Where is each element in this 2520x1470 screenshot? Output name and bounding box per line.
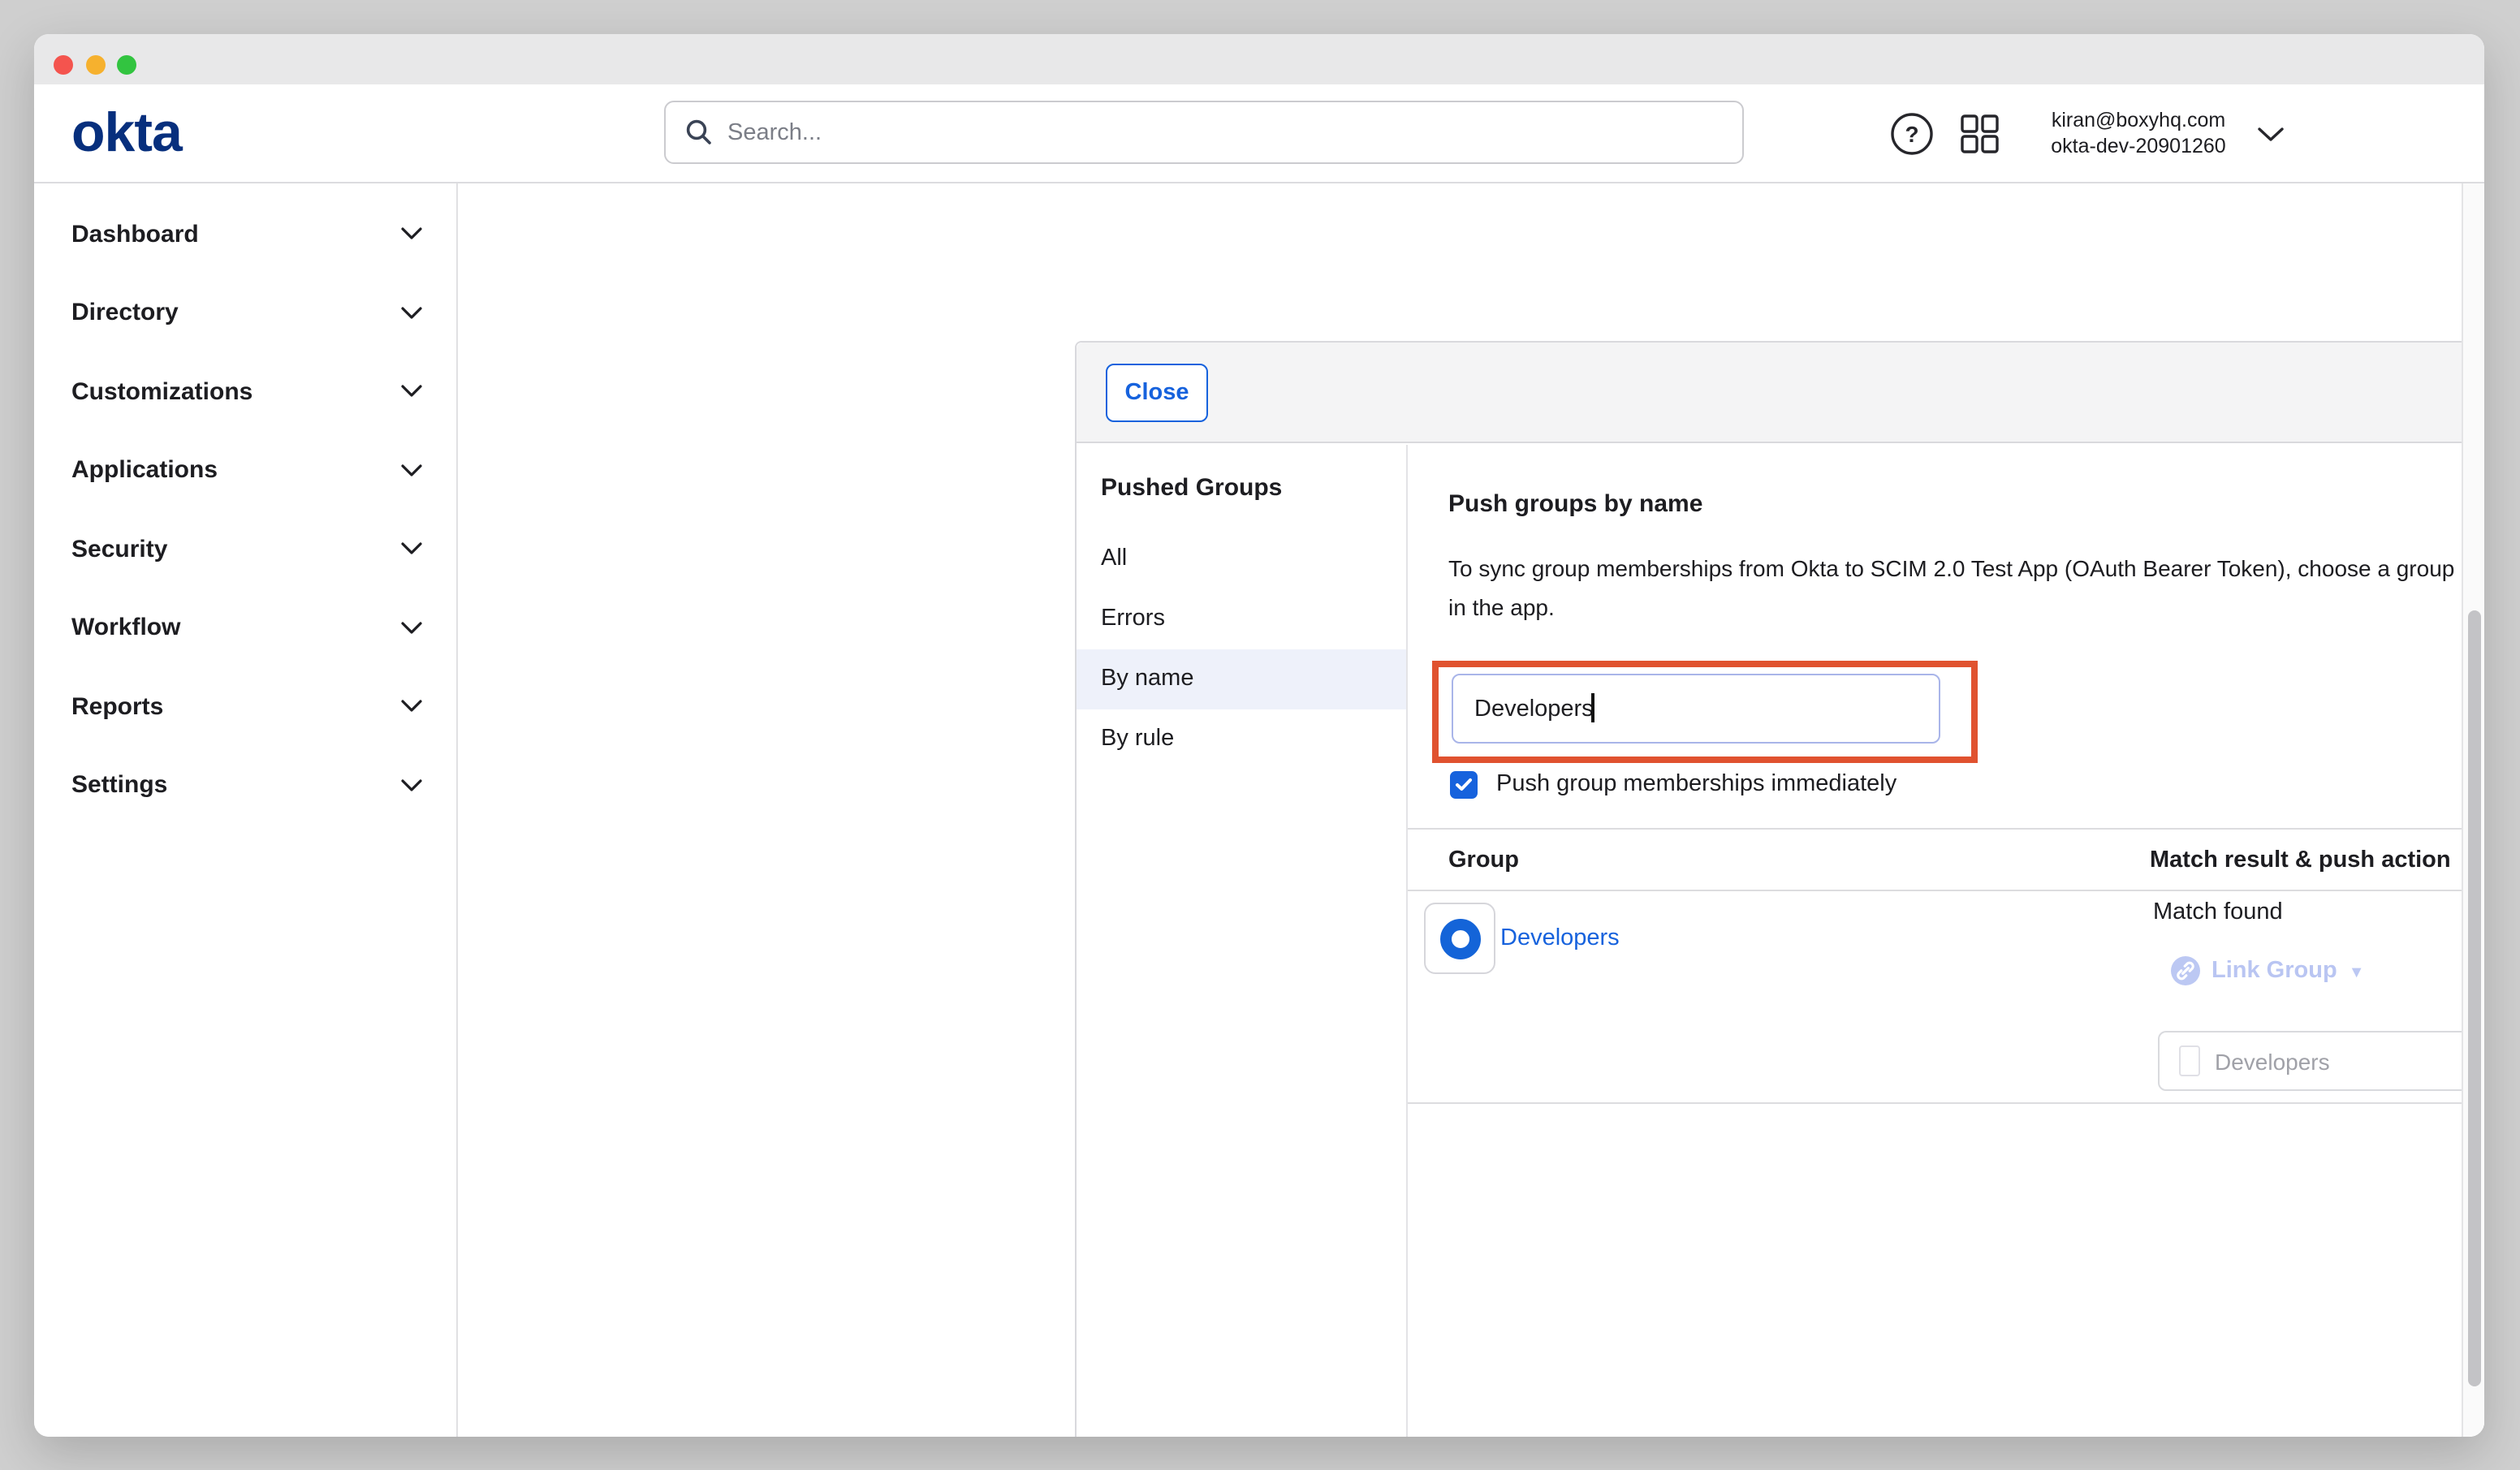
desktop: okta ? (0, 0, 2520, 1470)
push-immediately-label: Push group memberships immediately (1496, 772, 1896, 798)
account-email: kiran@boxyhq.com (2052, 109, 2225, 134)
search-icon (685, 119, 713, 146)
chevron-down-icon (401, 464, 422, 477)
chevron-down-icon (401, 386, 422, 399)
page-title: Push groups by name (1448, 490, 1702, 518)
check-icon (1455, 778, 1473, 792)
window-minimize-button[interactable] (85, 54, 105, 74)
push-immediately-checkbox[interactable] (1450, 771, 1477, 798)
chevron-down-icon (401, 307, 422, 320)
main-content: Close Pushed Groups All Errors By name B… (460, 183, 2484, 1437)
column-group: Group (1448, 847, 1519, 873)
sidebar-item-reports[interactable]: Reports (34, 667, 456, 746)
window-maximize-button[interactable] (117, 54, 136, 74)
subnav-item-all[interactable]: All (1077, 529, 1406, 588)
column-match-result: Match result & push action (2150, 847, 2484, 873)
group-name-input[interactable] (1452, 674, 1940, 744)
caret-down-icon: ▼ (2349, 963, 2365, 981)
apps-grid-icon[interactable] (1960, 84, 2000, 183)
group-avatar (1424, 903, 1495, 974)
sidebar-item-directory[interactable]: Directory (34, 274, 456, 352)
sidebar-item-workflow[interactable]: Workflow (34, 588, 456, 667)
close-button[interactable]: Close (1106, 364, 1208, 422)
group-icon (1439, 918, 1480, 959)
subnav-item-by-rule[interactable]: By rule (1077, 709, 1406, 769)
subnav-item-errors[interactable]: Errors (1077, 589, 1406, 649)
text-caret (1591, 693, 1594, 722)
sidebar-item-security[interactable]: Security (34, 510, 456, 588)
push-groups-panel: Close Pushed Groups All Errors By name B… (1075, 341, 2484, 1437)
search-input[interactable] (727, 119, 1723, 145)
chevron-down-icon (401, 228, 422, 241)
chevron-down-icon (401, 543, 422, 556)
group-name-link[interactable]: Developers (1500, 925, 1620, 951)
table-header: Group Match result & push action (1408, 828, 2484, 891)
account-menu[interactable]: kiran@boxyhq.com okta-dev-20901260 (2017, 84, 2260, 183)
chevron-down-icon (401, 701, 422, 713)
window-titlebar (34, 34, 2484, 84)
pushed-groups-subnav: Pushed Groups All Errors By name By rule (1077, 445, 1408, 1437)
panel-toolbar: Close (1077, 343, 2484, 443)
help-icon[interactable]: ? (1890, 84, 1934, 183)
svg-text:?: ? (1905, 122, 1918, 147)
sidebar-item-applications[interactable]: Applications (34, 431, 456, 510)
annotation-box-input (1432, 661, 1978, 763)
sidebar-nav: Dashboard Directory Customizations Appli… (34, 183, 458, 1437)
match-status: Match found (2153, 899, 2283, 925)
link-group-action[interactable]: Link Group ▼ (2171, 956, 2365, 985)
chevron-down-icon[interactable] (2257, 84, 2285, 183)
chevron-down-icon (401, 779, 422, 792)
account-org: okta-dev-20901260 (2051, 134, 2225, 159)
scrollbar-track[interactable] (2462, 183, 2484, 1437)
app-group-select[interactable]: Developers ▼ (2158, 1031, 2484, 1091)
browser-window: okta ? (34, 34, 2484, 1437)
push-immediately-row: Push group memberships immediately (1450, 771, 1896, 798)
link-icon (2171, 956, 2200, 985)
scrollbar-thumb[interactable] (2467, 610, 2481, 1386)
description-text: To sync group memberships from Okta to S… (1448, 549, 2484, 627)
sidebar-item-customizations[interactable]: Customizations (34, 352, 456, 431)
chevron-down-icon (401, 622, 422, 635)
group-placeholder-icon (2179, 1045, 2200, 1076)
sidebar-item-settings[interactable]: Settings (34, 746, 456, 825)
window-close-button[interactable] (54, 54, 73, 74)
sidebar-item-dashboard[interactable]: Dashboard (34, 195, 456, 274)
push-by-name-content: Push groups by name To sync group member… (1408, 445, 2484, 1437)
app-header: okta ? (34, 84, 2484, 183)
link-group-label: Link Group (2211, 958, 2337, 984)
subnav-item-by-name[interactable]: By name (1077, 649, 1406, 709)
subnav-title: Pushed Groups (1101, 474, 1282, 502)
search-bar[interactable] (664, 101, 1744, 164)
okta-logo[interactable]: okta (71, 102, 182, 166)
app-group-select-value: Developers (2215, 1048, 2484, 1074)
